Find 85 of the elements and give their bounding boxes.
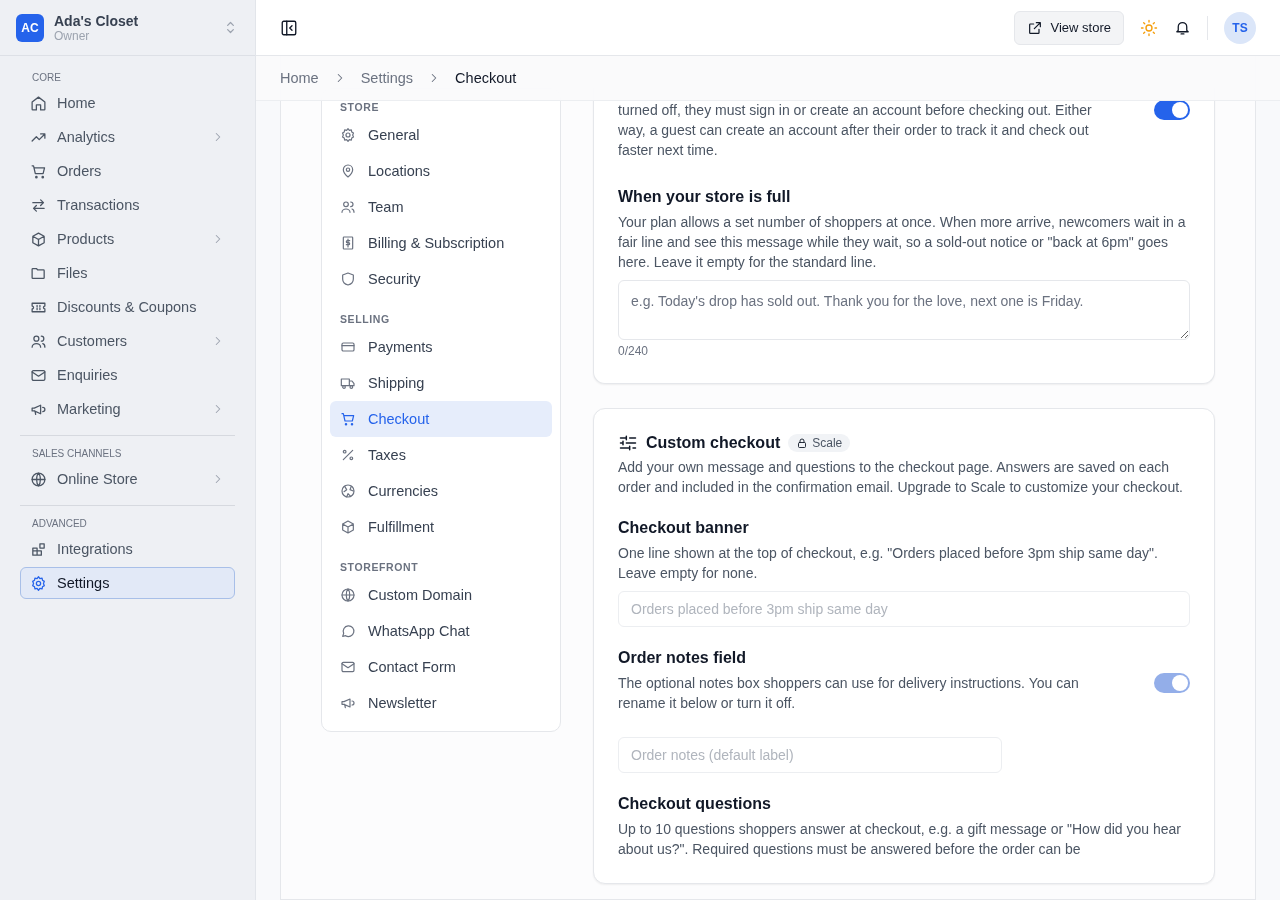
settings-nav-item[interactable]: Taxes (330, 437, 552, 473)
settings-nav-item[interactable]: Shipping (330, 365, 552, 401)
settings-icon (30, 574, 47, 592)
setting-title: Checkout questions (618, 795, 772, 813)
section-label: SELLING (339, 312, 391, 327)
breadcrumb-current: Checkout (455, 70, 517, 86)
plan-badge: Scale (788, 434, 851, 452)
setting-title: When your store is full (618, 188, 792, 206)
message-field[interactable]: e.g. Today's drop has sold out. Thank you for the love, next one is Friday. (618, 280, 1190, 340)
settings-nav-item[interactable]: Contact Form (330, 649, 552, 685)
section-label: CORE (31, 71, 62, 85)
credit-card-icon (340, 339, 356, 355)
nav-item[interactable]: Products (20, 223, 235, 255)
sun-icon (1140, 18, 1158, 37)
store-name: Ada's Closet (54, 12, 140, 29)
lock-icon (796, 437, 809, 449)
settings-nav-item[interactable]: Security (330, 261, 552, 297)
store-role: Owner (54, 28, 91, 43)
mail-icon (340, 659, 356, 675)
setting-title: Checkout banner (618, 519, 750, 537)
breadcrumb-link[interactable]: Home (280, 70, 319, 86)
user-avatar[interactable]: TS (1224, 11, 1256, 44)
section-label: STOREFRONT (339, 560, 420, 575)
section-label: SALES CHANNELS (31, 447, 123, 461)
settings-nav-item[interactable]: Team (330, 189, 552, 225)
nav-item[interactable]: Marketing (20, 393, 235, 425)
box-icon (30, 230, 47, 248)
cart-icon (340, 411, 356, 427)
settings-nav-item[interactable]: Newsletter (330, 685, 552, 721)
globe-icon (30, 470, 47, 488)
nav-item[interactable]: Integrations (20, 533, 235, 565)
sliders-icon (618, 433, 638, 453)
nav-item[interactable]: Orders (20, 155, 235, 187)
setting-description: One line shown at the top of checkout, e.g. "Orders placed before 3pm ship same day". Leave empty for none. (618, 544, 1159, 583)
settings-nav-item[interactable]: WhatsApp Chat (330, 613, 552, 649)
settings-nav-item[interactable]: Custom Domain (330, 577, 552, 613)
character-count: 0/240 (618, 344, 649, 358)
nav-item[interactable]: Customers (20, 325, 235, 357)
settings-nav-item[interactable]: Billing & Subscription (330, 225, 552, 261)
megaphone-icon (340, 695, 356, 711)
home-icon (30, 94, 47, 112)
settings-nav-item[interactable]: Payments (330, 329, 552, 365)
settings-nav-item[interactable]: Locations (330, 153, 552, 189)
users-icon (340, 199, 356, 215)
receipt-icon (340, 235, 356, 251)
nav-item[interactable]: Settings (20, 567, 235, 599)
card-description: Add your own message and questions to the checkout page. Answers are saved on each order and included in the confirmation email. Upgrade to Scale to customize your checkout. (618, 458, 1184, 497)
settings-nav-item[interactable]: General (330, 117, 552, 153)
globe-icon (340, 483, 356, 499)
nav-item[interactable]: Home (20, 87, 235, 119)
setting-description: turned off, they must sign in or create an account before checking out. Either way, a guest can create an account after their order to track it and check out faster next time. (618, 101, 1093, 160)
setting-description: Up to 10 questions shoppers answer at checkout, e.g. a gift message or "How did you hear about us?". Required questions must be answered before the order can be (618, 820, 1182, 859)
nav-item[interactable]: Online Store (20, 463, 235, 495)
chat-icon (340, 623, 356, 639)
nav-item[interactable]: Analytics (20, 121, 235, 153)
nav-item[interactable]: Transactions (20, 189, 235, 221)
store-logo: AC (16, 13, 44, 42)
nav-item[interactable]: Files (20, 257, 235, 289)
box-icon (340, 519, 356, 535)
shield-icon (340, 271, 356, 287)
settings-nav-item[interactable]: Currencies (330, 473, 552, 509)
section-label: STORE (339, 100, 380, 115)
arrows-icon (30, 196, 47, 214)
section-label: ADVANCED (31, 517, 88, 531)
settings-icon (340, 127, 356, 143)
globe-icon (340, 587, 356, 603)
settings-nav-item[interactable]: Fulfillment (330, 509, 552, 545)
view-store-button[interactable]: View store (1013, 10, 1124, 45)
card-title: Custom checkout (646, 434, 781, 452)
nav-item[interactable]: Discounts & Coupons (20, 291, 235, 323)
notifications-icon (1174, 19, 1191, 36)
setting-description: The optional notes box shoppers can use for delivery instructions. You can rename it below or turn it off. (618, 674, 1080, 713)
map-pin-icon (340, 163, 356, 179)
nav-item[interactable]: Enquiries (20, 359, 235, 391)
blocks-icon (30, 540, 47, 558)
setting-title: Order notes field (618, 649, 748, 667)
cart-icon (30, 162, 47, 180)
breadcrumb-link[interactable]: Settings (360, 70, 414, 86)
external-link-icon (1026, 19, 1043, 36)
toggle-switch[interactable] (1154, 100, 1190, 120)
settings-nav-item[interactable]: Checkout (330, 401, 552, 437)
truck-icon (340, 375, 356, 391)
sidebar-toggle-icon (280, 18, 298, 37)
setting-description: Your plan allows a set number of shoppers at once. When more arrive, newcomers wait in a fair line and see this message while they wait, so a sold-out notice or "back at 6pm" goes here. Leave it empty for the standard line. (618, 213, 1187, 272)
percent-icon (340, 447, 356, 463)
